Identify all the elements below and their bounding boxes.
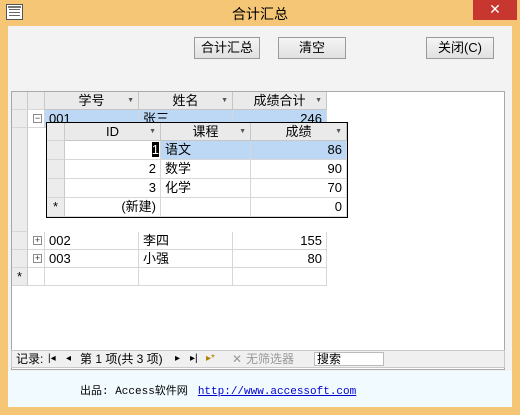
total-cell[interactable] [233,268,327,286]
sub-score-cell[interactable]: 70 [251,179,347,198]
sort-dropdown-icon[interactable]: ▼ [127,92,134,109]
name-cell[interactable]: 小强 [139,250,233,268]
table-row[interactable]: + 002 李四 155 [12,232,504,250]
sort-dropdown-icon[interactable]: ▼ [221,92,228,109]
row-selector[interactable] [47,141,65,160]
row-selector[interactable] [47,160,65,179]
new-record-icon: * [47,198,65,217]
sub-id-cell[interactable]: 2 [65,160,161,179]
sort-dropdown-icon[interactable]: ▼ [315,92,322,109]
collapse-icon[interactable]: − [33,114,42,123]
footer-credit: 出品: Access软件网 http://www.accessoft.com [80,382,356,398]
sub-new-row[interactable]: * (新建) 0 [47,198,347,217]
record-navigator: 记录: |◂ ◂ 第 1 项(共 3 项) ▸ ▸| ▸* ✕ 无筛选器 搜索 [11,350,505,368]
total-cell[interactable]: 155 [233,232,327,250]
total-button[interactable]: 合计汇总 [194,37,260,59]
search-input[interactable]: 搜索 [314,352,384,366]
column-label: 成绩 [285,124,312,139]
new-record-row[interactable]: * [12,268,504,286]
footer: 出品: Access软件网 http://www.accessoft.com [8,371,512,407]
footer-link[interactable]: http://www.accessoft.com [198,386,356,398]
column-header-total[interactable]: 成绩合计 ▼ [233,92,327,110]
subdatasheet: ID ▼ 课程 ▼ 成绩 ▼ 1 语文 86 2 数学 90 3 化学 70 *… [46,122,348,218]
expand-icon[interactable]: + [33,254,42,263]
row-selector [12,128,28,232]
column-header-name[interactable]: 姓名 ▼ [139,92,233,110]
sub-column-header-score[interactable]: 成绩 ▼ [251,123,347,141]
sub-select-all[interactable] [47,123,65,141]
expander-cell[interactable]: + [28,250,45,268]
row-selector[interactable] [12,232,28,250]
column-header-student-id[interactable]: 学号 ▼ [45,92,139,110]
last-record-icon[interactable]: ▸| [190,351,198,367]
form-body: 合计汇总 清空 关闭(C) 学号 ▼ 姓名 ▼ 成绩合计 ▼ − 001 张三 246 [8,26,512,407]
sub-table-row[interactable]: 1 语文 86 [47,141,347,160]
main-header-row: 学号 ▼ 姓名 ▼ 成绩合计 ▼ [12,92,504,110]
app-window: 合计汇总 ✕ 合计汇总 清空 关闭(C) 学号 ▼ 姓名 ▼ 成绩合计 ▼ − 001… [0,0,520,415]
records-datasheet: 学号▼ 姓名▼ 成绩合计▼ − 001 张三 246 ID▼ 课程▼ [11,91,505,370]
sort-dropdown-icon[interactable]: ▼ [239,123,246,140]
expander-cell [28,268,45,286]
table-row[interactable]: + 003 小强 80 [12,250,504,268]
expander-cell[interactable]: − [28,110,45,128]
column-label: 课程 [192,124,219,139]
student-id-cell[interactable]: 003 [45,250,139,268]
sort-dropdown-icon[interactable]: ▼ [335,123,342,140]
sort-dropdown-icon[interactable]: ▼ [149,123,156,140]
no-filter-indicator[interactable]: 无筛选器 [246,351,294,367]
record-label: 记录: [16,352,44,366]
sub-table-row[interactable]: 3 化学 70 [47,179,347,198]
row-selector[interactable] [12,110,28,128]
sub-column-header-id[interactable]: ID ▼ [65,123,161,141]
sub-id-cell[interactable]: 3 [65,179,161,198]
sub-table-row[interactable]: 2 数学 90 [47,160,347,179]
column-label: 成绩合计 [253,93,306,108]
new-record-icon: * [12,268,28,286]
sub-score-cell[interactable]: 86 [251,141,347,160]
sub-score-cell[interactable]: 90 [251,160,347,179]
sub-course-cell[interactable]: 数学 [161,160,251,179]
sub-id-cell[interactable]: (新建) [65,198,161,217]
sub-course-cell[interactable] [161,198,251,217]
next-record-icon[interactable]: ▸ [175,351,180,367]
filter-icon: ✕ [232,352,243,366]
sub-course-cell[interactable]: 化学 [161,179,251,198]
expand-icon[interactable]: + [33,236,42,245]
column-label: 学号 [78,93,105,108]
row-selector[interactable] [12,250,28,268]
total-cell[interactable]: 80 [233,250,327,268]
title-bar: 合计汇总 ✕ [0,0,520,26]
close-button[interactable]: 关闭(C) [426,37,494,59]
name-cell[interactable] [139,268,233,286]
new-record-nav-icon[interactable]: ▸* [206,351,215,367]
column-label: 姓名 [172,93,199,108]
clear-button[interactable]: 清空 [278,37,346,59]
close-window-button[interactable]: ✕ [473,0,517,20]
select-all-corner[interactable] [12,92,28,110]
name-cell[interactable]: 李四 [139,232,233,250]
window-title: 合计汇总 [232,6,288,22]
sub-course-cell[interactable]: 语文 [161,141,251,160]
footer-label: 出品: Access软件网 [80,386,188,398]
expander-cell[interactable]: + [28,232,45,250]
expander-header [28,92,45,110]
sub-header-row: ID ▼ 课程 ▼ 成绩 ▼ [47,123,347,141]
student-id-cell[interactable] [45,268,139,286]
prev-record-icon[interactable]: ◂ [66,351,71,367]
sub-column-header-course[interactable]: 课程 ▼ [161,123,251,141]
record-position[interactable]: 第 1 项(共 3 项) [80,351,163,367]
column-label: ID [106,124,119,139]
row-selector[interactable] [47,179,65,198]
first-record-icon[interactable]: |◂ [48,351,56,367]
sub-score-cell[interactable]: 0 [251,198,347,217]
sub-id-value: 1 [151,142,159,157]
sub-id-cell[interactable]: 1 [65,141,161,160]
student-id-cell[interactable]: 002 [45,232,139,250]
